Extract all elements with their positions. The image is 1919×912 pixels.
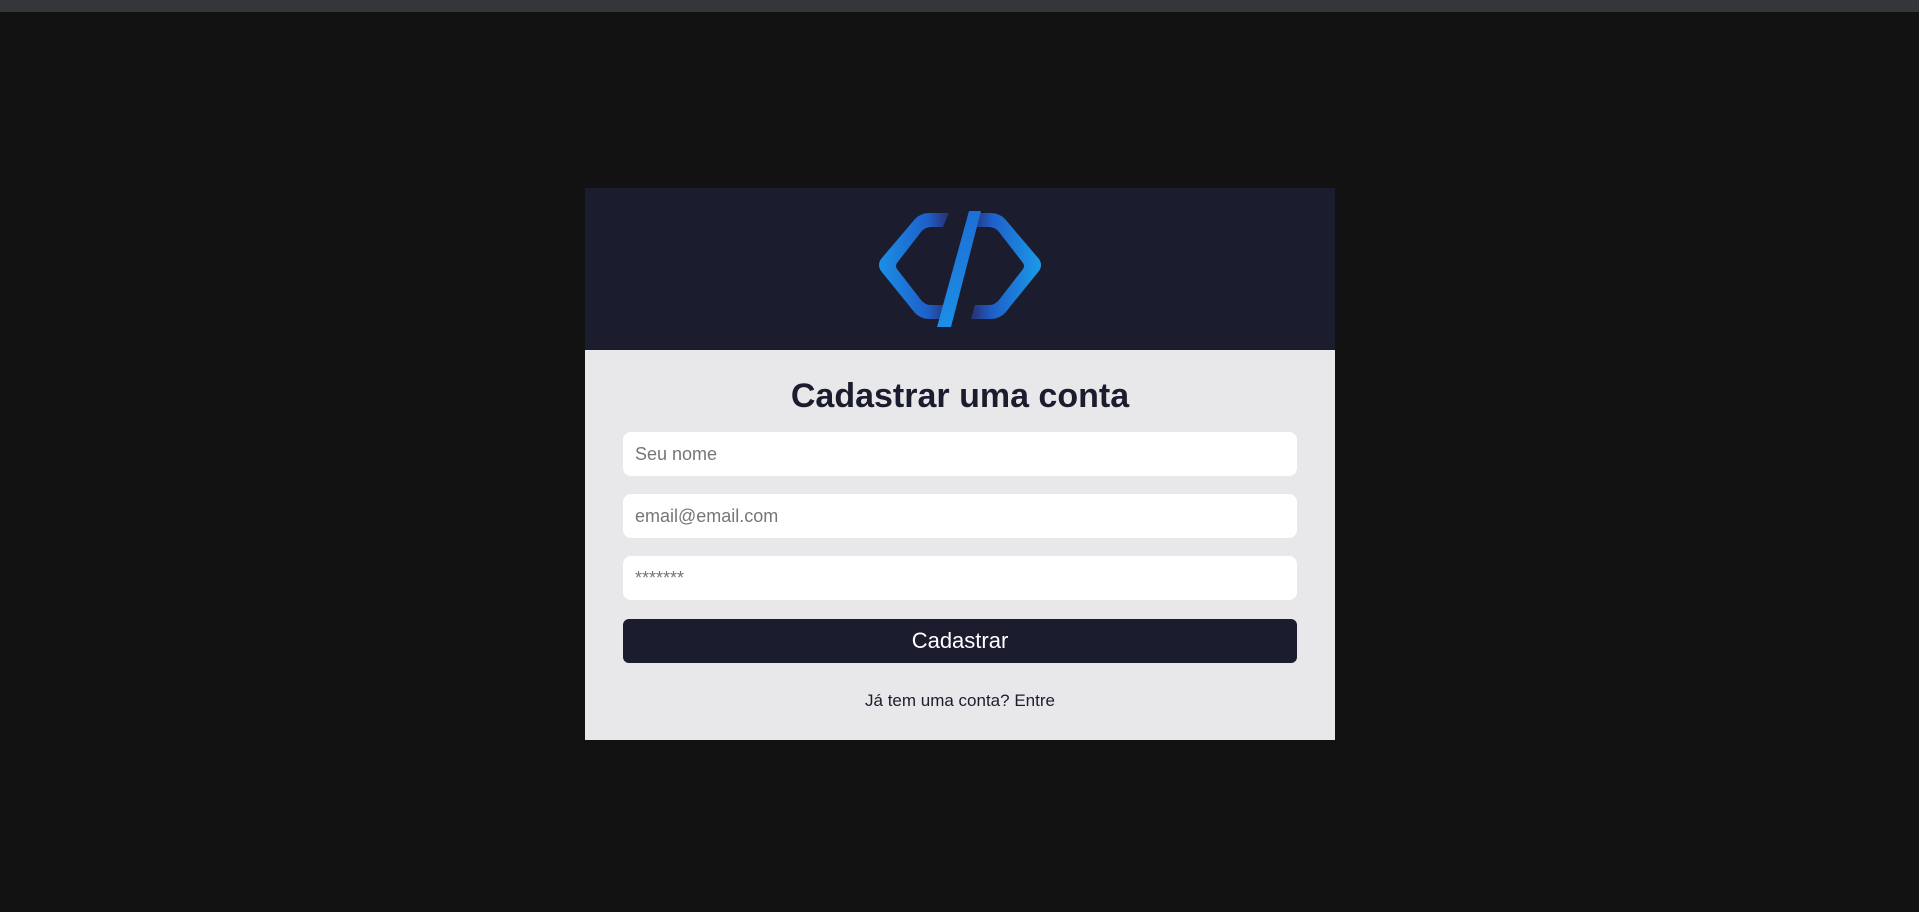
page-title: Cadastrar uma conta [790, 377, 1130, 415]
name-input[interactable] [623, 432, 1297, 476]
email-input[interactable] [623, 494, 1297, 538]
code-brackets-logo-icon [879, 211, 1041, 327]
password-input[interactable] [623, 556, 1297, 600]
card-header [585, 188, 1335, 350]
login-prompt-text: Já tem uma conta? [865, 691, 1010, 710]
login-prompt: Já tem uma conta? Entre [623, 691, 1297, 711]
login-link[interactable]: Entre [1014, 691, 1055, 710]
signup-form: Cadastrar uma conta Cadastrar Já tem uma… [623, 350, 1297, 711]
register-button[interactable]: Cadastrar [623, 619, 1297, 663]
signup-card: Cadastrar uma conta Cadastrar Já tem uma… [585, 188, 1335, 740]
browser-top-strip [0, 0, 1919, 12]
